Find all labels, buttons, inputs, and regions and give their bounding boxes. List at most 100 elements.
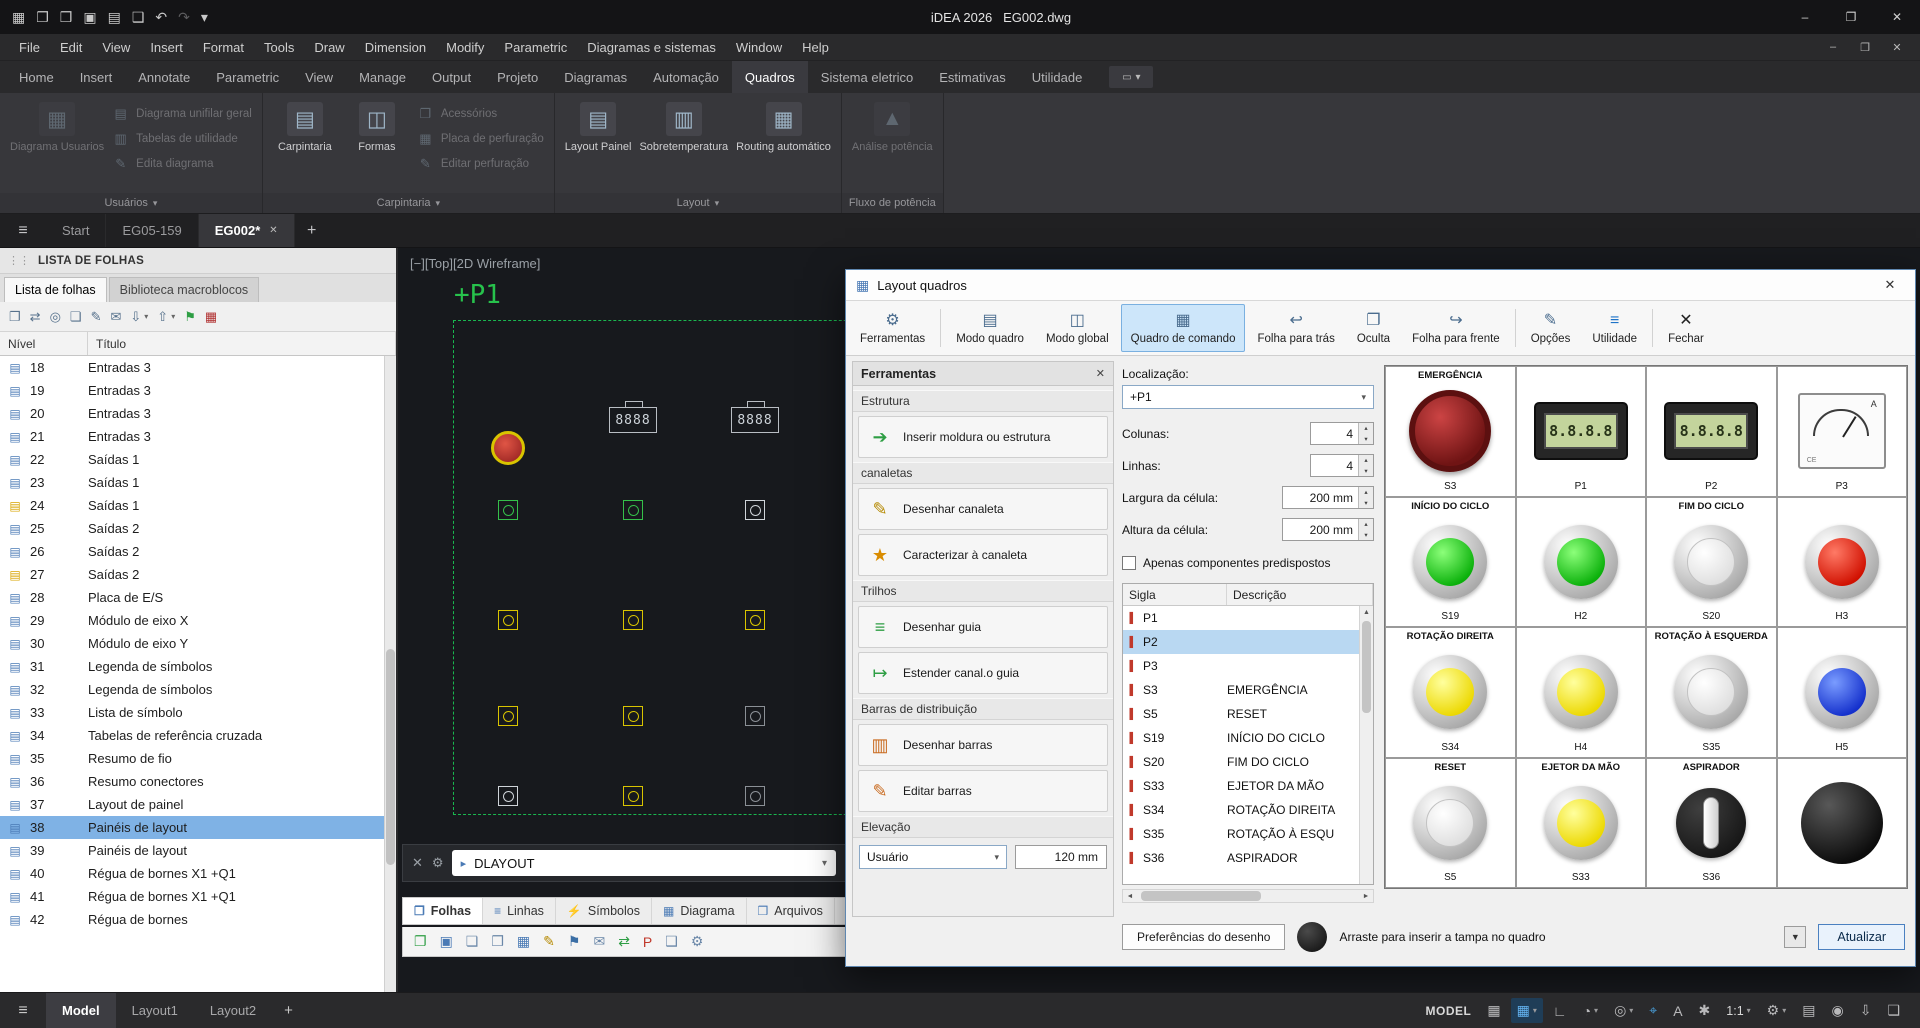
send-sheets-icon[interactable]: ✉	[110, 309, 121, 325]
tab-biblioteca-macroblocos[interactable]: Biblioteca macroblocos	[109, 277, 260, 302]
panel-tab-linhas[interactable]: ≡Linhas	[483, 898, 556, 924]
component-cell-p1[interactable]: 8.8.8.8P1	[1516, 366, 1647, 497]
component-row[interactable]: ▌S19INÍCIO DO CICLO	[1123, 726, 1359, 750]
tab-list-menu-icon[interactable]: ≡	[0, 214, 46, 247]
dialog-close-icon[interactable]: ✕	[1875, 277, 1905, 293]
ortho-icon[interactable]: ∟	[1547, 999, 1573, 1023]
dialog-tool-modo-global[interactable]: ◫Modo global	[1036, 304, 1119, 352]
ribbon-button-diagrama-usuarios[interactable]: ▦Diagrama Usuarios	[10, 100, 104, 154]
annotation-icon[interactable]: A	[1667, 999, 1688, 1023]
qat-customize-icon[interactable]: ▾	[201, 9, 208, 26]
sheet-row[interactable]: ▤27Saídas 2	[0, 563, 384, 586]
footer-dropdown-button[interactable]: ▼	[1784, 926, 1806, 948]
save-icon[interactable]: ▣	[83, 9, 96, 26]
new-file-icon[interactable]: ❐	[36, 9, 49, 26]
panel-grip-icon[interactable]: ⋮⋮	[8, 254, 30, 267]
component-cell-p3[interactable]: ACEP3	[1777, 366, 1908, 497]
ribbon-tab-automacao[interactable]: Automação	[640, 61, 732, 93]
component-row[interactable]: ▌S34ROTAÇÃO DIREITA	[1123, 798, 1359, 822]
ribbon-button-acessorios[interactable]: ❐Acessórios	[417, 105, 544, 122]
annotation-monitor-icon[interactable]: ✱	[1693, 998, 1717, 1023]
field-input-altura-da-celula[interactable]: 200 mm▴▾	[1282, 518, 1374, 541]
app-logo-icon[interactable]: ▦	[12, 9, 25, 26]
elevation-value-input[interactable]: 120 mm	[1015, 845, 1107, 869]
table-icon[interactable]: ▦	[517, 933, 530, 950]
sheet-row[interactable]: ▤21Entradas 3	[0, 425, 384, 448]
sheet-row[interactable]: ▤35Resumo de fio	[0, 747, 384, 770]
preview-sheet-icon[interactable]: ◎	[50, 309, 61, 325]
component-cell-h4[interactable]: H4	[1516, 627, 1647, 758]
tool-button-desenhar-guia[interactable]: ≡Desenhar guia	[858, 606, 1108, 648]
sheet-row[interactable]: ▤23Saídas 1	[0, 471, 384, 494]
customize-command-icon[interactable]: ⚙	[432, 855, 444, 871]
panel-tab-diagrama[interactable]: ▦Diagrama	[652, 898, 747, 924]
crosshair-icon[interactable]: ⌖	[1643, 998, 1663, 1023]
snap-grid-icon[interactable]: ▤	[1796, 998, 1821, 1023]
polar-tracking-icon[interactable]: ◔▾	[1577, 999, 1604, 1023]
command-input[interactable]: ▸ DLAYOUT ▾	[452, 850, 836, 876]
column-header-nivel[interactable]: Nível	[0, 332, 88, 355]
menu-window[interactable]: Window	[727, 36, 791, 59]
component-row[interactable]: ▌S33EJETOR DA MÃO	[1123, 774, 1359, 798]
drawing-preferences-button[interactable]: Preferências do desenho	[1122, 924, 1285, 950]
clean-screen-icon[interactable]: ❑	[1881, 998, 1906, 1023]
ribbon-tab-annotate[interactable]: Annotate	[125, 61, 203, 93]
component-row[interactable]: ▌S20FIM DO CICLO	[1123, 750, 1359, 774]
dialog-tool-quadro-de-comando[interactable]: ▦Quadro de comando	[1121, 304, 1246, 352]
dialog-tool-modo-quadro[interactable]: ▤Modo quadro	[946, 304, 1034, 352]
component-cell-s3[interactable]: EMERGÊNCIAS3	[1385, 366, 1516, 497]
component-row[interactable]: ▌S3EMERGÊNCIA	[1123, 678, 1359, 702]
spin-up-icon[interactable]: ▴	[1359, 519, 1373, 530]
ribbon-button-diagrama-unifilar-geral[interactable]: ▤Diagrama unifilar geral	[112, 105, 252, 122]
component-cell-s34[interactable]: ROTAÇÃO DIREITAS34	[1385, 627, 1516, 758]
ribbon-button-sobretemperatura[interactable]: ▥Sobretemperatura	[639, 100, 728, 154]
menu-tools[interactable]: Tools	[255, 36, 303, 59]
sheet-row[interactable]: ▤36Resumo conectores	[0, 770, 384, 793]
component-cell-s33[interactable]: EJETOR DA MÃOS33	[1516, 758, 1647, 889]
doc-restore-button[interactable]: ❐	[1850, 41, 1880, 54]
open-file-icon[interactable]: ❒	[60, 9, 73, 26]
dialog-tool-utilidade[interactable]: ≡Utilidade	[1582, 304, 1647, 352]
menu-draw[interactable]: Draw	[305, 36, 353, 59]
sheets-icon[interactable]: ❏	[466, 933, 479, 950]
component-cell-s35[interactable]: ROTAÇÃO À ESQUERDAS35	[1646, 627, 1777, 758]
sheet-settings-icon[interactable]: ▦	[205, 309, 217, 325]
field-input-colunas[interactable]: 4▴▾	[1310, 422, 1374, 445]
ribbon-tab-insert[interactable]: Insert	[67, 61, 126, 93]
sheet-row[interactable]: ▤28Placa de E/S	[0, 586, 384, 609]
tool-button-caracterizar-a-canaleta[interactable]: ★Caracterizar à canaleta	[858, 534, 1108, 576]
new-document-tab-button[interactable]: +	[295, 214, 329, 247]
cap-preview-image[interactable]	[1297, 922, 1327, 952]
component-cell-h3[interactable]: H3	[1777, 497, 1908, 628]
spin-down-icon[interactable]: ▾	[1359, 466, 1373, 477]
menu-view[interactable]: View	[93, 36, 139, 59]
dropdown-icon[interactable]: ▾	[144, 312, 148, 321]
menu-modify[interactable]: Modify	[437, 36, 493, 59]
component-table-hscrollbar[interactable]: ◄ ►	[1122, 889, 1374, 903]
doc-tab-eg002[interactable]: EG002*✕	[199, 214, 295, 247]
ribbon-tab-output[interactable]: Output	[419, 61, 484, 93]
ribbon-button-edita-diagrama[interactable]: ✎Edita diagrama	[112, 155, 252, 172]
edit-icon[interactable]: ✎	[543, 933, 555, 950]
tool-button-editar-barras[interactable]: ✎Editar barras	[858, 770, 1108, 812]
scale-control[interactable]: 1:1▾	[1720, 1000, 1756, 1022]
component-row[interactable]: ▌S5RESET	[1123, 702, 1359, 726]
ribbon-tab-utilidade[interactable]: Utilidade	[1019, 61, 1096, 93]
dialog-tool-oculta[interactable]: ❐Oculta	[1347, 304, 1400, 352]
ribbon-tab-projeto[interactable]: Projeto	[484, 61, 551, 93]
copy-sheet-icon[interactable]: ❏	[70, 309, 82, 325]
model-space-label[interactable]: MODEL	[1426, 1004, 1472, 1018]
print-icon[interactable]: ❑	[132, 9, 145, 26]
close-button[interactable]: ✕	[1874, 0, 1920, 34]
location-select[interactable]: +P1 ▾	[1122, 385, 1374, 409]
sheet-row[interactable]: ▤29Módulo de eixo X	[0, 609, 384, 632]
menu-dimension[interactable]: Dimension	[356, 36, 435, 59]
component-cell-s20[interactable]: FIM DO CICLOS20	[1646, 497, 1777, 628]
component-row[interactable]: ▌P3	[1123, 654, 1359, 678]
doc-minimize-button[interactable]: –	[1818, 41, 1848, 54]
layout-tab-layout1[interactable]: Layout1	[116, 993, 194, 1028]
sheet-row[interactable]: ▤39Painéis de layout	[0, 839, 384, 862]
print-sheet-icon[interactable]: ❑	[665, 933, 678, 950]
sheet-row[interactable]: ▤19Entradas 3	[0, 379, 384, 402]
spin-up-icon[interactable]: ▴	[1359, 487, 1373, 498]
